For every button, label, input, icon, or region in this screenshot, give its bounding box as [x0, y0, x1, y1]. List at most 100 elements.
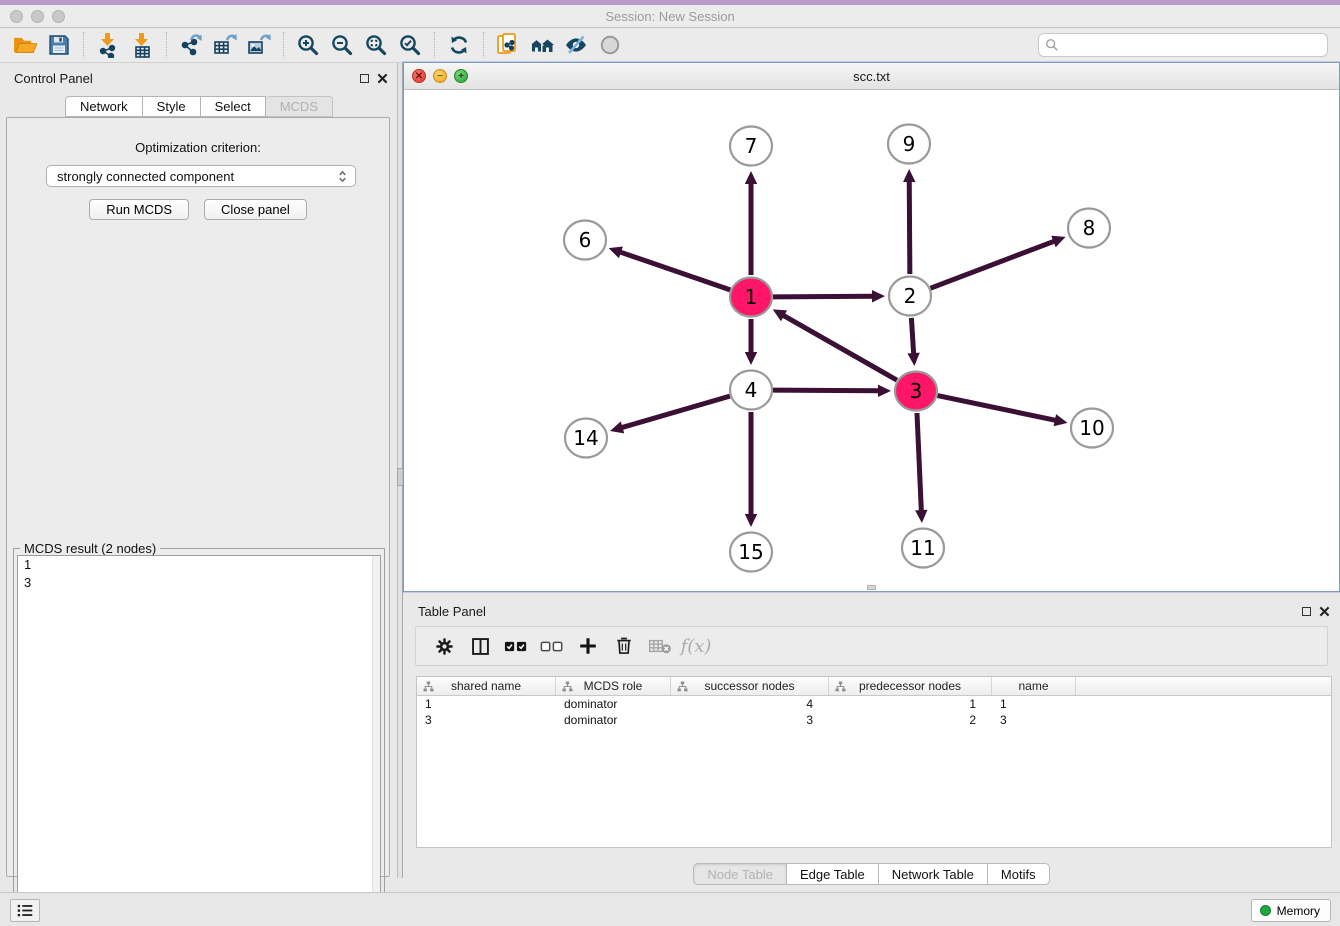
- tab-select[interactable]: Select: [201, 96, 266, 117]
- edge-2-3[interactable]: [907, 318, 919, 366]
- node-4[interactable]: 4: [730, 371, 772, 410]
- table-cell[interactable]: dominator: [556, 697, 671, 711]
- function-builder-button[interactable]: f(x): [678, 630, 714, 662]
- zoom-out-button[interactable]: [325, 30, 359, 60]
- export-network-button[interactable]: [174, 30, 208, 60]
- zoom-selected-button[interactable]: [393, 30, 427, 60]
- node-table[interactable]: shared nameMCDS rolesuccessor nodesprede…: [416, 676, 1332, 848]
- import-network-button[interactable]: [91, 30, 125, 60]
- export-table-button[interactable]: [208, 30, 242, 60]
- select-all-checkboxes-button[interactable]: [498, 630, 534, 662]
- table-cell[interactable]: 2: [829, 713, 992, 727]
- column-header-successor-nodes[interactable]: successor nodes: [671, 677, 829, 695]
- close-table-panel-icon[interactable]: [1319, 606, 1330, 617]
- column-header-shared-name[interactable]: shared name: [417, 677, 556, 695]
- edge-1-7[interactable]: [745, 171, 757, 275]
- apply-layout-button[interactable]: [442, 30, 476, 60]
- table-panel-tabs: Node TableEdge TableNetwork TableMotifs: [403, 863, 1340, 885]
- edge-4-3[interactable]: [773, 385, 891, 397]
- delete-columns-button[interactable]: [606, 630, 642, 662]
- edge-3-10[interactable]: [938, 396, 1068, 427]
- show-all-button[interactable]: [593, 30, 627, 60]
- table-cell[interactable]: 3: [992, 713, 1076, 727]
- node-10[interactable]: 10: [1071, 409, 1113, 448]
- add-column-button[interactable]: [570, 630, 606, 662]
- edge-1-6[interactable]: [609, 246, 731, 289]
- save-session-button[interactable]: [42, 30, 76, 60]
- node-1[interactable]: 1: [730, 278, 772, 317]
- table-settings-button[interactable]: [426, 630, 462, 662]
- node-11[interactable]: 11: [902, 529, 944, 568]
- network-window-title: scc.txt: [404, 69, 1339, 84]
- zoom-fit-button[interactable]: [359, 30, 393, 60]
- node-7[interactable]: 7: [730, 127, 772, 166]
- table-cell[interactable]: 1: [417, 697, 556, 711]
- edge-1-4[interactable]: [745, 319, 757, 365]
- table-cell[interactable]: 3: [417, 713, 556, 727]
- table-cell[interactable]: 1: [992, 697, 1076, 711]
- hide-selected-button[interactable]: [559, 30, 593, 60]
- table-cell[interactable]: dominator: [556, 713, 671, 727]
- open-session-button[interactable]: [8, 30, 42, 60]
- search-box[interactable]: [1038, 33, 1328, 57]
- tab-motifs[interactable]: Motifs: [988, 863, 1050, 885]
- tab-edge-table[interactable]: Edge Table: [787, 863, 879, 885]
- toolbar-separator: [483, 32, 484, 58]
- clone-network-button[interactable]: [491, 30, 525, 60]
- network-window: ✕ − + scc.txt 7 9 6 8 1 2 4 3 14 10 15 11: [403, 62, 1340, 592]
- table-cell[interactable]: 3: [671, 713, 829, 727]
- control-panel-tabs: NetworkStyleSelectMCDS: [0, 96, 398, 117]
- node-3[interactable]: 3: [895, 372, 937, 411]
- table-cell[interactable]: 4: [671, 697, 829, 711]
- edge-1-2[interactable]: [773, 290, 885, 302]
- float-table-panel-icon[interactable]: [1302, 607, 1311, 616]
- edge-4-14[interactable]: [610, 396, 730, 433]
- mcds-result-list[interactable]: 13: [17, 555, 381, 921]
- close-panel-button[interactable]: Close panel: [204, 199, 307, 220]
- export-image-button[interactable]: [242, 30, 276, 60]
- node-9[interactable]: 9: [888, 125, 930, 164]
- table-row[interactable]: 1dominator411: [417, 696, 1331, 712]
- first-neighbors-button[interactable]: [525, 30, 559, 60]
- table-row[interactable]: 3dominator323: [417, 712, 1331, 728]
- node-14[interactable]: 14: [565, 419, 607, 458]
- node-15[interactable]: 15: [730, 533, 772, 572]
- node-8[interactable]: 8: [1068, 209, 1110, 248]
- close-panel-icon[interactable]: [377, 73, 388, 84]
- column-header-MCDS-role[interactable]: MCDS role: [556, 677, 671, 695]
- edge-3-11[interactable]: [915, 413, 927, 523]
- show-columns-button[interactable]: [462, 630, 498, 662]
- result-scrollbar[interactable]: [372, 556, 380, 920]
- tab-network-table[interactable]: Network Table: [879, 863, 988, 885]
- criterion-select[interactable]: strongly connected component: [46, 165, 356, 187]
- mcds-result-title: MCDS result (2 nodes): [20, 541, 160, 556]
- result-item[interactable]: 1: [18, 556, 380, 574]
- run-mcds-button[interactable]: Run MCDS: [89, 199, 189, 220]
- search-input[interactable]: [1063, 38, 1321, 53]
- result-item[interactable]: 3: [18, 574, 380, 592]
- table-cell[interactable]: 1: [829, 697, 992, 711]
- zoom-in-button[interactable]: [291, 30, 325, 60]
- import-table-button[interactable]: [125, 30, 159, 60]
- edge-3-1[interactable]: [773, 309, 897, 380]
- tab-node-table[interactable]: Node Table: [693, 863, 787, 885]
- task-history-button[interactable]: [10, 899, 40, 922]
- node-2[interactable]: 2: [889, 277, 931, 316]
- edge-2-9[interactable]: [903, 169, 915, 274]
- toolbar-separator: [283, 32, 284, 58]
- tab-mcds[interactable]: MCDS: [266, 96, 333, 117]
- network-canvas[interactable]: 7 9 6 8 1 2 4 3 14 10 15 11: [404, 90, 1339, 591]
- node-6[interactable]: 6: [564, 221, 606, 260]
- network-window-titlebar[interactable]: ✕ − + scc.txt: [404, 63, 1339, 90]
- edge-2-8[interactable]: [931, 236, 1066, 288]
- network-resize-handle[interactable]: [867, 585, 876, 590]
- tab-network[interactable]: Network: [65, 96, 143, 117]
- column-header-name[interactable]: name: [992, 677, 1076, 695]
- deselect-all-checkboxes-button[interactable]: [534, 630, 570, 662]
- tab-style[interactable]: Style: [143, 96, 201, 117]
- delete-table-button[interactable]: [642, 630, 678, 662]
- edge-4-15[interactable]: [745, 412, 757, 527]
- float-panel-icon[interactable]: [360, 74, 369, 83]
- memory-button[interactable]: Memory: [1251, 899, 1331, 922]
- column-header-predecessor-nodes[interactable]: predecessor nodes: [829, 677, 992, 695]
